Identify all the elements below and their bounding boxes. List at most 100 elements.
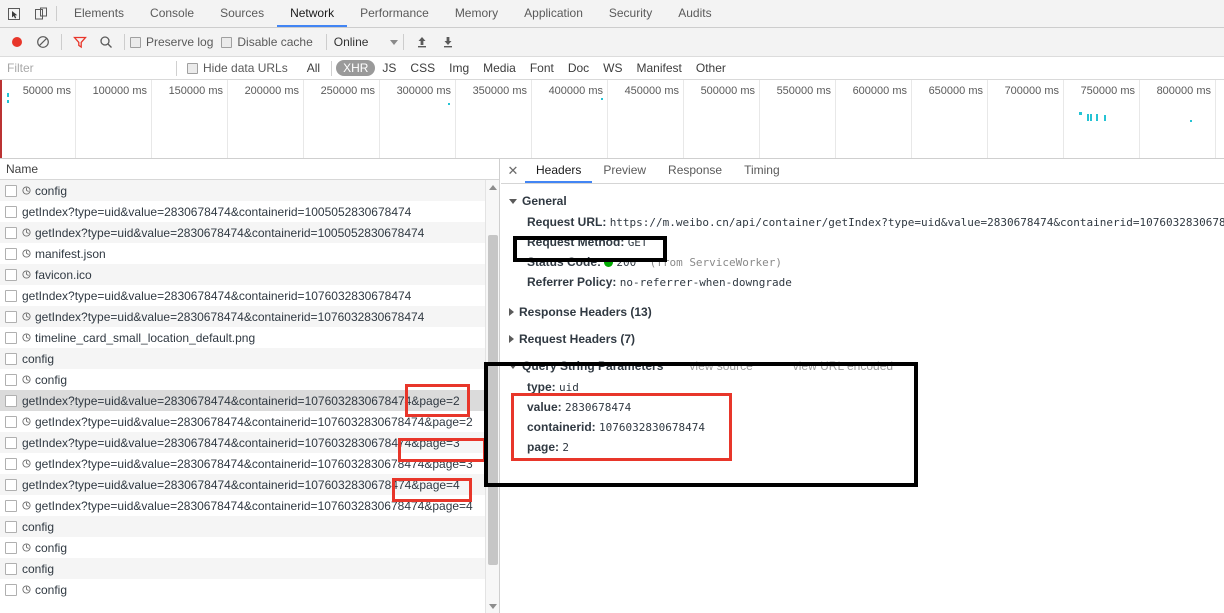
request-row-checkbox[interactable] <box>5 562 17 575</box>
tab-preview[interactable]: Preview <box>592 159 657 183</box>
request-row-name: favicon.ico <box>35 267 92 282</box>
section-general[interactable]: General <box>501 190 1224 212</box>
request-row[interactable]: config <box>0 558 499 579</box>
record-button[interactable] <box>4 29 30 55</box>
request-row-checkbox[interactable] <box>5 457 17 470</box>
filter-type-media[interactable]: Media <box>476 60 523 76</box>
tab-timing[interactable]: Timing <box>733 159 791 183</box>
request-row-checkbox[interactable] <box>5 226 17 239</box>
filter-button[interactable] <box>67 29 93 55</box>
request-row[interactable]: getIndex?type=uid&value=2830678474&conta… <box>0 285 499 306</box>
inspect-element-icon[interactable] <box>0 0 27 27</box>
request-row[interactable]: config <box>0 180 499 201</box>
request-row-checkbox[interactable] <box>5 247 17 260</box>
request-row-checkbox[interactable] <box>5 583 17 596</box>
request-row[interactable]: config <box>0 537 499 558</box>
export-har-button[interactable] <box>435 29 461 55</box>
request-row-checkbox[interactable] <box>5 184 17 197</box>
request-row[interactable]: getIndex?type=uid&value=2830678474&conta… <box>0 222 499 243</box>
filter-type-xhr[interactable]: XHR <box>336 60 376 76</box>
tab-application[interactable]: Application <box>511 0 596 27</box>
request-row[interactable]: getIndex?type=uid&value=2830678474&conta… <box>0 495 499 516</box>
request-row[interactable]: config <box>0 516 499 537</box>
request-row-checkbox[interactable] <box>5 331 17 344</box>
request-row-checkbox[interactable] <box>5 352 17 365</box>
view-source-link[interactable]: view source <box>689 359 752 373</box>
request-row-checkbox[interactable] <box>5 541 17 554</box>
device-toolbar-icon[interactable] <box>27 0 54 27</box>
filter-type-doc[interactable]: Doc <box>561 60 596 76</box>
filter-type-ws[interactable]: WS <box>596 60 629 76</box>
detail-tab-label: Preview <box>603 163 647 177</box>
scrollbar-thumb[interactable] <box>488 235 498 565</box>
filter-input[interactable] <box>5 58 170 78</box>
filter-type-manifest[interactable]: Manifest <box>630 60 689 76</box>
tab-console[interactable]: Console <box>137 0 207 27</box>
request-row-checkbox[interactable] <box>5 205 17 218</box>
search-icon[interactable] <box>93 29 119 55</box>
filter-type-all[interactable]: All <box>300 60 327 76</box>
request-row[interactable]: config <box>0 348 499 369</box>
scroll-up-button[interactable] <box>486 180 499 194</box>
request-row[interactable]: config <box>0 369 499 390</box>
request-row[interactable]: getIndex?type=uid&value=2830678474&conta… <box>0 306 499 327</box>
request-row-checkbox[interactable] <box>5 436 17 449</box>
tab-response[interactable]: Response <box>657 159 733 183</box>
timeline-tick-label: 500000 ms <box>700 85 755 97</box>
tab-network[interactable]: Network <box>277 0 348 27</box>
request-row[interactable]: getIndex?type=uid&value=2830678474&conta… <box>0 411 499 432</box>
request-row-checkbox[interactable] <box>5 499 17 512</box>
request-list-scrollbar[interactable] <box>485 180 499 613</box>
request-row-name: manifest.json <box>35 246 106 261</box>
request-row-checkbox[interactable] <box>5 373 17 386</box>
request-row[interactable]: getIndex?type=uid&value=2830678474&conta… <box>0 474 499 495</box>
request-row[interactable]: manifest.json <box>0 243 499 264</box>
section-query-string[interactable]: Query String Parameters view source view… <box>501 355 1224 377</box>
tab-sources[interactable]: Sources <box>207 0 277 27</box>
filter-type-js[interactable]: JS <box>375 60 403 76</box>
timeline-tick: 8 <box>1216 80 1224 158</box>
tab-headers[interactable]: Headers <box>525 159 593 183</box>
request-row[interactable]: getIndex?type=uid&value=2830678474&conta… <box>0 432 499 453</box>
request-row[interactable]: getIndex?type=uid&value=2830678474&conta… <box>0 201 499 222</box>
view-url-encoded-link[interactable]: view URL encoded <box>793 359 893 373</box>
section-request-headers[interactable]: Request Headers (7) <box>501 328 1224 350</box>
request-row-checkbox[interactable] <box>5 289 17 302</box>
section-response-headers[interactable]: Response Headers (13) <box>501 301 1224 323</box>
tab-memory[interactable]: Memory <box>442 0 511 27</box>
request-row-checkbox[interactable] <box>5 394 17 407</box>
close-icon[interactable]: ✕ <box>501 159 525 183</box>
scroll-down-button[interactable] <box>486 599 499 613</box>
request-row[interactable]: timeline_card_small_location_default.png <box>0 327 499 348</box>
tab-label: Elements <box>74 5 125 20</box>
request-row[interactable]: favicon.ico <box>0 264 499 285</box>
request-row[interactable]: getIndex?type=uid&value=2830678474&conta… <box>0 453 499 474</box>
filter-type-font[interactable]: Font <box>523 60 561 76</box>
filter-divider <box>331 60 333 76</box>
import-har-button[interactable] <box>409 29 435 55</box>
request-row-name: getIndex?type=uid&value=2830678474&conta… <box>35 225 425 240</box>
clear-button[interactable] <box>30 29 56 55</box>
throttling-dropdown[interactable]: Online <box>334 35 399 49</box>
preserve-log-checkbox[interactable]: Preserve log <box>130 35 213 49</box>
disable-cache-checkbox[interactable]: Disable cache <box>221 35 313 49</box>
filter-type-other[interactable]: Other <box>689 60 733 76</box>
filter-type-css[interactable]: CSS <box>403 60 442 76</box>
request-row-checkbox[interactable] <box>5 268 17 281</box>
request-row[interactable]: getIndex?type=uid&value=2830678474&conta… <box>0 390 499 411</box>
request-row[interactable]: config <box>0 579 499 600</box>
timeline-tick: 750000 ms <box>1064 80 1140 158</box>
timeline-request-bar <box>1190 120 1192 122</box>
hide-data-urls-checkbox[interactable]: Hide data URLs <box>187 61 288 75</box>
tab-elements[interactable]: Elements <box>61 0 137 27</box>
network-overview-timeline[interactable]: 50000 ms 100000 ms 150000 ms 200000 ms 25000… <box>0 80 1224 159</box>
request-row-checkbox[interactable] <box>5 478 17 491</box>
request-row-checkbox[interactable] <box>5 415 17 428</box>
request-method-value: GET <box>627 236 648 249</box>
tab-security[interactable]: Security <box>596 0 665 27</box>
tab-performance[interactable]: Performance <box>347 0 442 27</box>
tab-audits[interactable]: Audits <box>665 0 724 27</box>
filter-type-img[interactable]: Img <box>442 60 476 76</box>
request-row-checkbox[interactable] <box>5 310 17 323</box>
request-row-checkbox[interactable] <box>5 520 17 533</box>
